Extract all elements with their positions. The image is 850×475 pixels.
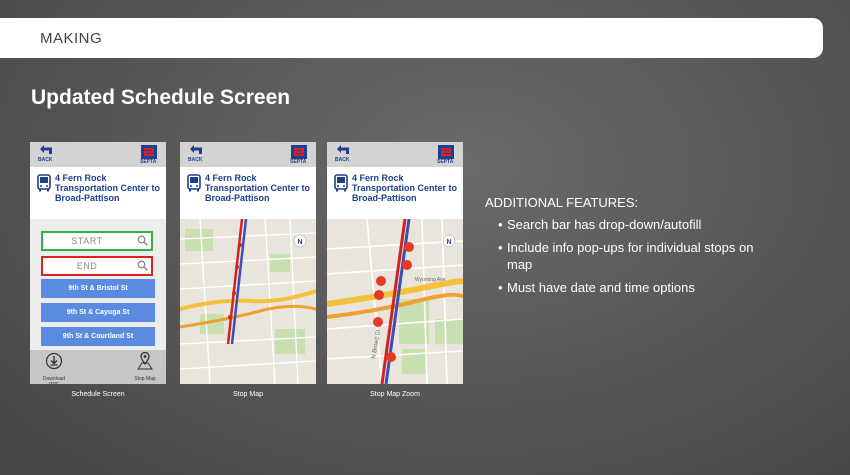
bottom-toolbar: Download PDF Stop Map (30, 350, 166, 384)
features-list: • Search bar has drop-down/autofill • Incl… (485, 216, 772, 296)
route-name: 4 Fern Rock Transportation Center to Bro… (55, 173, 161, 203)
route-name: 4 Fern Rock Transportation Center to Bro… (205, 173, 311, 203)
phone-header: BACK SEPTA (30, 142, 166, 167)
stop-map-label: Stop Map (134, 376, 156, 382)
map-pin-icon (137, 351, 153, 370)
search-icon (137, 260, 148, 271)
route-map-zoom[interactable]: N Broad St Wyoming Ave N (327, 219, 463, 384)
back-label: BACK (188, 157, 203, 163)
download-icon (45, 352, 63, 370)
septa-label: SEPTA (437, 159, 454, 165)
back-arrow-icon (190, 145, 202, 154)
phone-header: BACK SEPTA (327, 142, 463, 167)
route-info: 4 Fern Rock Transportation Center to Bro… (30, 167, 166, 219)
download-pdf-button[interactable]: Download PDF (38, 352, 70, 384)
feature-item: • Include info pop-ups for individual sto… (485, 239, 772, 273)
back-arrow-icon (337, 145, 349, 154)
feature-item: • Must have date and time options (485, 279, 772, 296)
route-info: 4 Fern Rock Transportation Center to Bro… (180, 167, 316, 219)
bus-icon (187, 174, 201, 192)
back-button[interactable]: BACK (188, 145, 210, 165)
feature-text: Include info pop-ups for individual stop… (507, 240, 754, 272)
stop-map-button[interactable]: Stop Map (130, 351, 160, 382)
route-name: 4 Fern Rock Transportation Center to Bro… (352, 173, 458, 203)
stop-map-zoom-mockup: BACK SEPTA 4 Fern Rock Transportation Ce… (327, 142, 463, 384)
search-icon (137, 235, 148, 246)
svg-text:N: N (446, 239, 451, 246)
schedule-screen-mockup: BACK SEPTA 4 Fern Rock Transportation Ce… (30, 142, 166, 384)
mockup-caption: Schedule Screen (71, 391, 125, 398)
bullet-icon: • (498, 217, 503, 232)
route-map[interactable]: N (180, 219, 316, 384)
back-label: BACK (335, 157, 350, 163)
feature-item: • Search bar has drop-down/autofill (485, 216, 772, 233)
stop-button[interactable]: 9th St & Courtland St (41, 327, 155, 346)
mockup-caption: Stop Map Zoom (370, 391, 420, 398)
features-title: ADDITIONAL FEATURES: (485, 195, 639, 210)
septa-logo: SEPTA (437, 145, 456, 165)
svg-text:N: N (297, 239, 302, 246)
septa-logo-icon (291, 145, 307, 159)
septa-label: SEPTA (140, 159, 157, 165)
start-placeholder: START (71, 236, 103, 246)
bullet-icon: • (498, 280, 503, 295)
bus-icon (37, 174, 51, 192)
septa-label: SEPTA (290, 159, 307, 165)
septa-logo-icon (141, 145, 157, 159)
back-label: BACK (38, 157, 53, 163)
stop-button[interactable]: 9th St & Cayuga St (41, 303, 155, 322)
stop-map-mockup: BACK SEPTA 4 Fern Rock Transportation Ce… (180, 142, 316, 384)
feature-text: Search bar has drop-down/autofill (507, 217, 702, 232)
start-search-input[interactable]: START (41, 231, 153, 251)
additional-features: ADDITIONAL FEATURES: • Search bar has dro… (485, 195, 772, 302)
download-label: Download PDF (42, 376, 66, 384)
page-title: Updated Schedule Screen (31, 86, 291, 109)
phone-header: BACK SEPTA (180, 142, 316, 167)
stop-button[interactable]: 9th St & Bristol St (41, 279, 155, 298)
back-arrow-icon (40, 145, 52, 154)
mockup-caption: Stop Map (233, 391, 263, 398)
street-label: Wyoming Ave (415, 277, 446, 283)
back-button[interactable]: BACK (38, 145, 60, 165)
section-label: MAKING (40, 30, 103, 47)
bus-icon (334, 174, 348, 192)
bullet-icon: • (498, 240, 503, 255)
feature-text: Must have date and time options (507, 280, 695, 295)
route-info: 4 Fern Rock Transportation Center to Bro… (327, 167, 463, 219)
back-button[interactable]: BACK (335, 145, 357, 165)
section-header-bar: MAKING (0, 18, 823, 58)
septa-logo-icon (438, 145, 454, 159)
septa-logo: SEPTA (290, 145, 309, 165)
septa-logo: SEPTA (140, 145, 159, 165)
end-search-input[interactable]: END (41, 256, 153, 276)
end-placeholder: END (76, 261, 98, 271)
